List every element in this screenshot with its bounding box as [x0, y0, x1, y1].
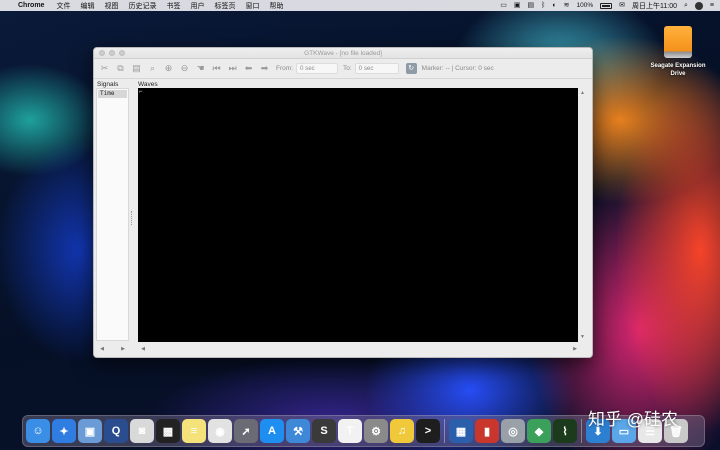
menu-file[interactable]: 文件 — [56, 1, 70, 11]
pane-splitter-handle[interactable] — [131, 211, 133, 225]
menu-clock[interactable]: 周日上午11:00 — [632, 1, 677, 11]
desktop-drive[interactable]: Seagate Expansion Drive — [644, 26, 712, 78]
scroll-up-icon[interactable]: ▲ — [580, 90, 585, 96]
display-icon[interactable]: ▤ — [528, 0, 535, 11]
dock-separator — [444, 419, 445, 443]
marker-cursor-readout: Marker: -- | Cursor: 0 sec — [421, 65, 494, 72]
to-label: To: — [342, 65, 352, 72]
menu-bar: Chrome 文件 编辑 视图 历史记录 书签 用户 标签页 窗口 帮助 ▭ ▣… — [0, 0, 720, 11]
dock-separator — [581, 419, 582, 443]
from-label: From: — [276, 65, 293, 72]
app-store-icon[interactable]: A — [260, 419, 284, 443]
scroll-down-icon[interactable]: ▼ — [580, 334, 585, 340]
vivado-icon[interactable]: ◆ — [527, 419, 551, 443]
music-player-icon[interactable]: ♫ — [390, 419, 414, 443]
menu-tab[interactable]: 标签页 — [214, 1, 235, 11]
zoom-out-icon[interactable]: ⊖ — [178, 62, 191, 75]
notes-icon[interactable]: ≡ — [182, 419, 206, 443]
input-source-icon[interactable]: ✉ — [619, 0, 625, 11]
toolbar: ✂ ⧉ ▤ ⌕ ⊕ ⊖ ☚ ⏮ ⏭ ⬅ ➡ From: 0 sec To: 0 … — [94, 59, 592, 79]
virtualbox-icon[interactable]: ▦ — [449, 419, 473, 443]
launchpad-icon[interactable]: ➚ — [234, 419, 258, 443]
copy-icon[interactable]: ⧉ — [114, 62, 127, 75]
signal-row-time[interactable]: Time — [98, 90, 127, 98]
waves-scroll-right-icon[interactable]: ▶ — [569, 346, 581, 352]
battery-icon[interactable] — [600, 2, 613, 9]
zoom-in-icon[interactable]: ⊕ — [162, 62, 175, 75]
gtkwave-icon[interactable]: ⌇ — [553, 419, 577, 443]
menu-help[interactable]: 帮助 — [269, 1, 283, 11]
notification-icon[interactable]: ≡ — [710, 0, 714, 11]
menu-people[interactable]: 用户 — [190, 1, 204, 11]
photo-app-icon[interactable]: ▩ — [156, 419, 180, 443]
system-preferences-icon[interactable]: ⚙ — [364, 419, 388, 443]
menu-edit[interactable]: 编辑 — [80, 1, 94, 11]
time-cursor-marker: ⌐ — [139, 89, 143, 95]
gtkwave-window: GTKWave - [no file loaded] ✂ ⧉ ▤ ⌕ ⊕ ⊖ ☚… — [93, 47, 593, 358]
waves-header: Waves — [138, 81, 158, 88]
safari-icon[interactable]: ✦ — [52, 419, 76, 443]
chrome-icon[interactable]: ◉ — [208, 419, 232, 443]
quicktime-icon[interactable]: Q — [104, 419, 128, 443]
signals-header: Signals — [97, 81, 119, 88]
waves-scroll-left-icon[interactable]: ◀ — [137, 346, 149, 352]
search-icon[interactable]: ⌕ — [684, 0, 688, 11]
sublime-icon[interactable]: S — [312, 419, 336, 443]
terminal-icon[interactable]: > — [416, 419, 440, 443]
user-avatar-icon[interactable] — [694, 1, 703, 10]
screen-mirroring-icon[interactable]: ▭ — [500, 0, 507, 11]
window-titlebar[interactable]: GTKWave - [no file loaded] — [94, 48, 592, 59]
zoom-fit-icon[interactable]: ⌕ — [146, 62, 159, 75]
preview-icon[interactable]: ▣ — [78, 419, 102, 443]
reload-icon[interactable]: ↻ — [405, 63, 417, 74]
volume-icon[interactable]: ◐ — [552, 0, 556, 11]
page-left-icon[interactable]: ⬅ — [242, 62, 255, 75]
wifi-icon[interactable]: ≋ — [564, 0, 570, 11]
jump-start-icon[interactable]: ⏮ — [210, 62, 223, 75]
menu-window[interactable]: 窗口 — [245, 1, 259, 11]
jump-end-icon[interactable]: ⏭ — [226, 62, 239, 75]
photo-booth-red-icon[interactable]: ▮ — [475, 419, 499, 443]
main-panes: Signals Time Waves ⌐ ▲ ▼ ◀ ▶ ◀ ▶ — [94, 81, 592, 357]
waves-pane[interactable]: ⌐ — [138, 88, 578, 342]
xcode-icon[interactable]: ⚒ — [286, 419, 310, 443]
zoom-undo-icon[interactable]: ☚ — [194, 62, 207, 75]
menu-bookmarks[interactable]: 书签 — [166, 1, 180, 11]
paste-icon[interactable]: ▤ — [130, 62, 143, 75]
window-title: GTKWave - [no file loaded] — [304, 50, 382, 57]
typora-icon[interactable]: T — [338, 419, 362, 443]
menu-view[interactable]: 视图 — [104, 1, 118, 11]
bluetooth-icon[interactable]: ᛒ — [541, 0, 545, 11]
watermark-text: 知乎 @硅农 — [588, 410, 678, 429]
app-status-icon[interactable]: ▣ — [514, 0, 521, 11]
drive-label: Seagate Expansion Drive — [650, 63, 706, 77]
page-right-icon[interactable]: ➡ — [258, 62, 271, 75]
waves-vertical-scrollbar[interactable]: ▲ ▼ — [578, 88, 590, 342]
signals-pane[interactable]: Time — [96, 88, 129, 341]
external-drive-icon[interactable] — [664, 26, 692, 58]
cut-icon[interactable]: ✂ — [98, 62, 111, 75]
signals-scroll-left-icon[interactable]: ◀ — [96, 346, 108, 352]
battery-percent: 100% — [576, 2, 594, 9]
app-name-menu[interactable]: Chrome — [18, 2, 44, 9]
to-time-field[interactable]: 0 sec — [354, 63, 399, 74]
from-time-field[interactable]: 0 sec — [295, 63, 338, 74]
horizontal-scrollbars: ◀ ▶ ◀ ▶ — [94, 344, 592, 354]
finder-icon[interactable]: ☺ — [26, 419, 50, 443]
menu-history[interactable]: 历史记录 — [128, 1, 156, 11]
disk-utility-icon[interactable]: ◎ — [501, 419, 525, 443]
signals-scroll-right-icon[interactable]: ▶ — [117, 346, 129, 352]
photo-booth-icon[interactable]: ◙ — [130, 419, 154, 443]
